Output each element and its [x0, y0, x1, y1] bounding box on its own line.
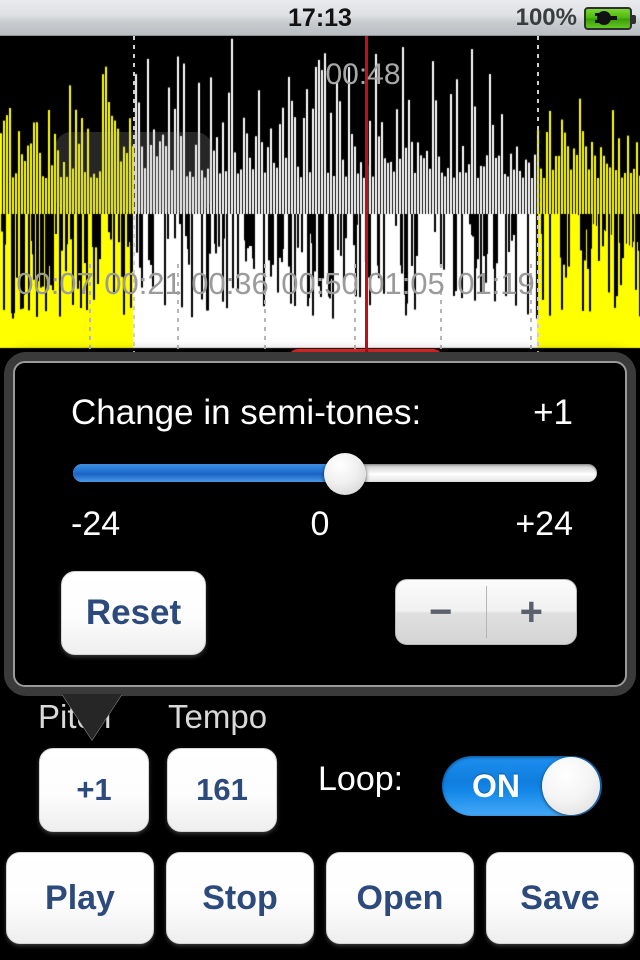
- open-button[interactable]: Open: [326, 852, 474, 944]
- time-tick-label: 00:50: [281, 266, 359, 301]
- battery-charging-icon: [584, 6, 636, 30]
- popover-inner-frame: Change in semi-tones: +1 -24 0 +24 Reset…: [13, 361, 627, 687]
- semitone-stepper[interactable]: − +: [395, 579, 577, 645]
- time-tick-label: 00:21: [104, 266, 182, 301]
- plug-icon: [595, 11, 617, 25]
- stepper-plus-button[interactable]: +: [487, 580, 577, 644]
- time-tick-label: 01:05: [367, 266, 445, 301]
- popover-arrow-icon: [62, 694, 122, 740]
- reset-button[interactable]: Reset: [61, 571, 206, 655]
- loop-toggle[interactable]: ON: [442, 756, 602, 816]
- semitone-slider[interactable]: [73, 453, 597, 495]
- app-root: 17:13 100% 00:07 00:21 00:36 00:50 01:05…: [0, 0, 640, 960]
- slider-min-label: -24: [71, 505, 121, 543]
- save-button[interactable]: Save: [486, 852, 634, 944]
- slider-mid-label: 0: [310, 505, 330, 543]
- status-bar: 17:13 100%: [0, 0, 640, 36]
- transport-bar: Play Stop Open Save: [0, 852, 640, 948]
- time-tick-label: 01:19: [457, 266, 535, 301]
- pitch-popover: Change in semi-tones: +1 -24 0 +24 Reset…: [4, 352, 636, 696]
- stop-button[interactable]: Stop: [166, 852, 314, 944]
- slider-fill: [73, 464, 346, 482]
- loop-toggle-knob[interactable]: [542, 757, 600, 815]
- playhead-time-label: 00:48: [325, 58, 401, 91]
- battery-percent-label: 100%: [515, 4, 577, 31]
- loop-toggle-state-label: ON: [472, 767, 520, 804]
- stepper-minus-button[interactable]: −: [396, 580, 486, 644]
- time-tick-label: 00:07: [16, 266, 94, 301]
- tempo-label: Tempo: [168, 698, 268, 735]
- popover-current-value: +1: [533, 393, 573, 432]
- tempo-value-button[interactable]: 161: [167, 748, 277, 832]
- slider-thumb[interactable]: [324, 453, 367, 495]
- popover-title: Change in semi-tones:: [71, 393, 422, 432]
- play-button[interactable]: Play: [6, 852, 154, 944]
- selection-start-marker[interactable]: [133, 36, 135, 360]
- slider-max-label: +24: [515, 505, 573, 543]
- waveform-canvas[interactable]: [0, 36, 640, 360]
- time-tick-label: 00:36: [191, 266, 269, 301]
- selection-end-marker[interactable]: [537, 36, 539, 360]
- pitch-value-button[interactable]: +1: [39, 748, 149, 832]
- loop-label: Loop:: [318, 760, 404, 798]
- status-bar-right: 100%: [515, 0, 636, 36]
- waveform-view[interactable]: 00:07 00:21 00:36 00:50 01:05 01:19 00:4…: [0, 36, 640, 360]
